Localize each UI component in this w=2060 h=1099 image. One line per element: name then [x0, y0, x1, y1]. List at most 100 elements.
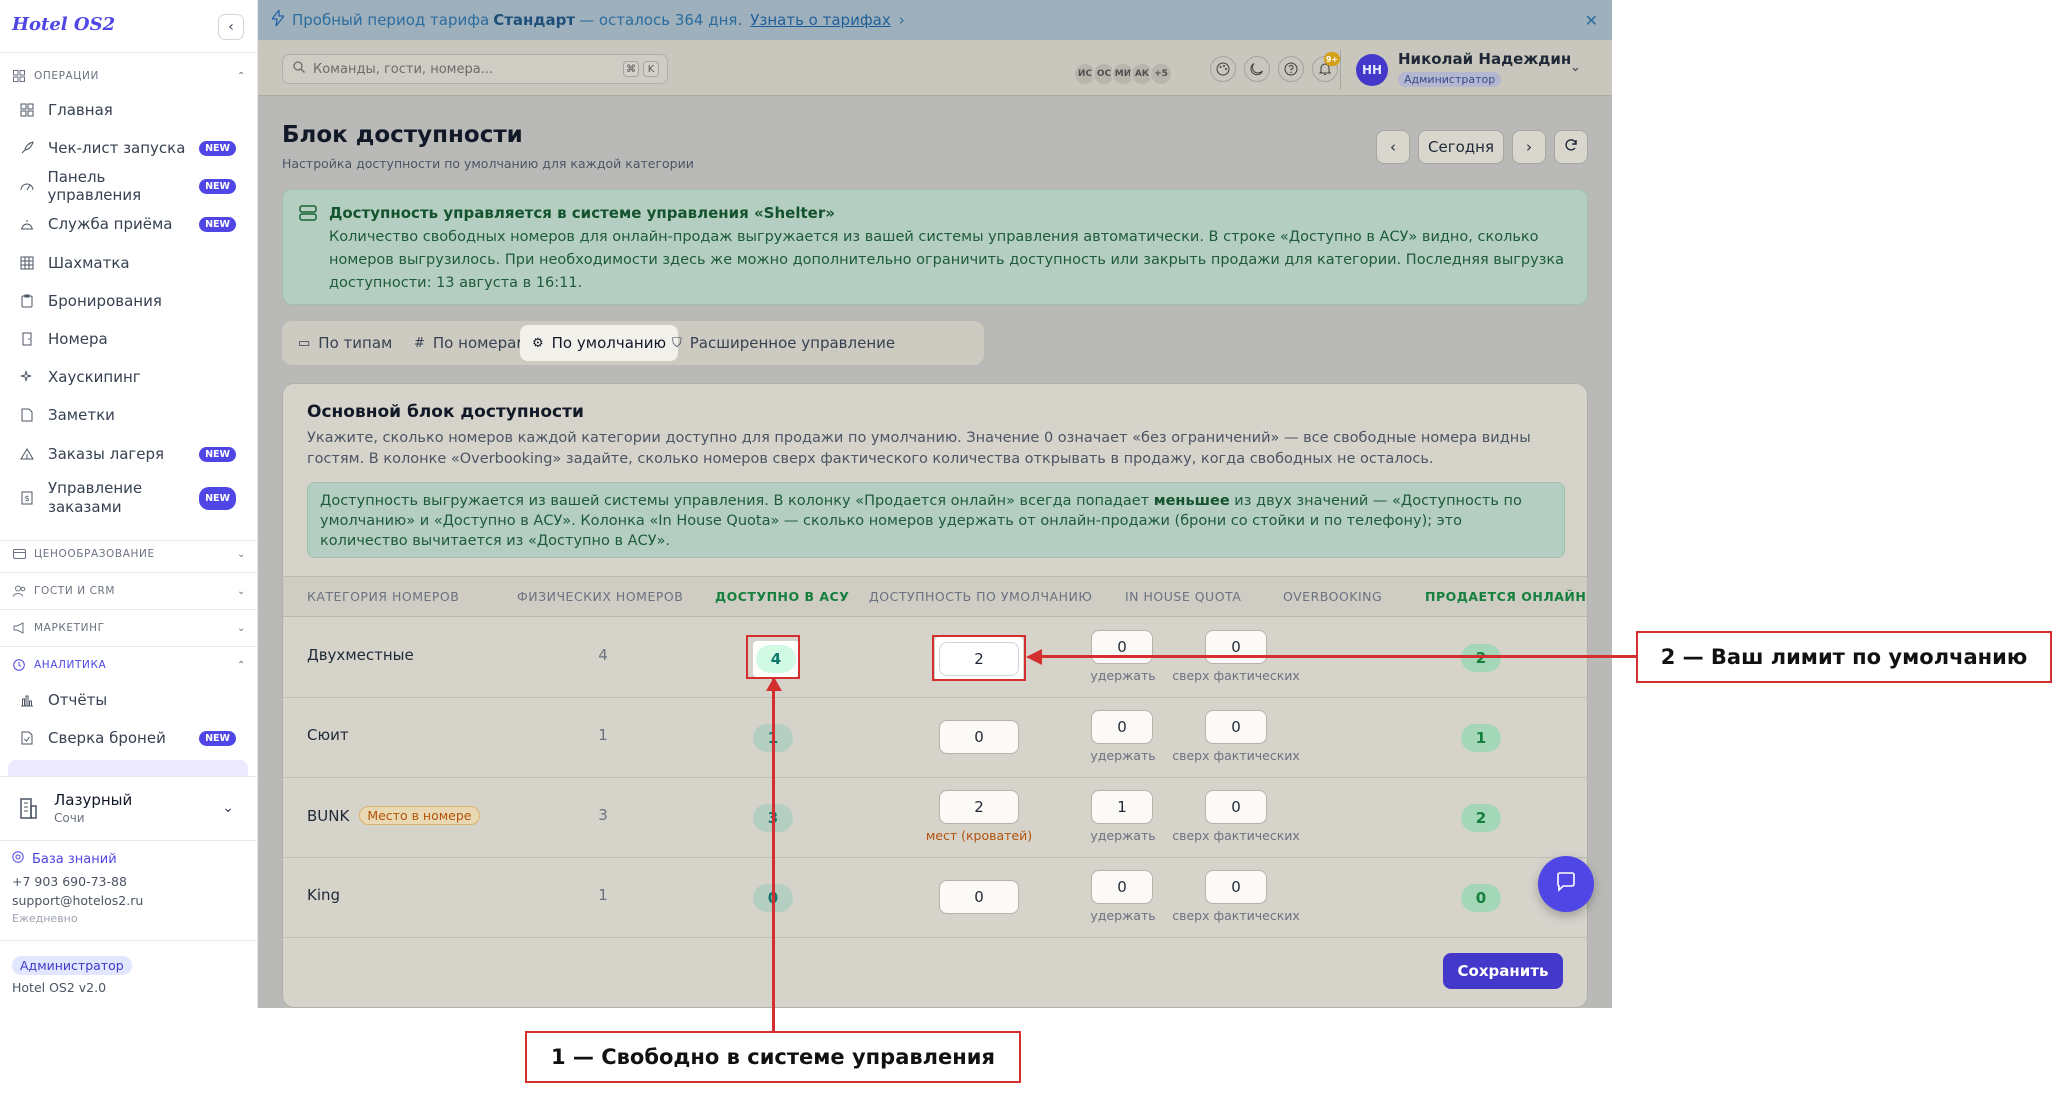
sidebar-item-4[interactable]: Шахматка — [12, 247, 248, 279]
tab-by-types[interactable]: ▭ По типам — [286, 325, 404, 361]
online-sale-count: 1 — [1461, 724, 1501, 752]
avatar-more[interactable]: +5 — [1149, 62, 1173, 86]
support-phone[interactable]: +7 903 690-73-88 — [12, 874, 127, 889]
support-schedule: Ежедневно — [12, 912, 78, 925]
prev-button[interactable]: ‹ — [1376, 130, 1410, 164]
sidebar-item-3[interactable]: Служба приёма NEW — [12, 208, 248, 240]
in-house-quota-input[interactable]: 1 — [1091, 790, 1153, 824]
close-icon[interactable]: ✕ — [1585, 11, 1598, 30]
in-house-quota-input[interactable]: 0 — [1091, 630, 1153, 664]
knowledge-base-link[interactable]: База знаний — [12, 851, 117, 867]
today-button[interactable]: Сегодня — [1418, 130, 1504, 164]
search-icon — [293, 61, 305, 77]
in-house-quota-input[interactable]: 0 — [1091, 870, 1153, 904]
trial-plan: Стандарт — [493, 11, 576, 29]
user-avatar[interactable]: НН — [1356, 54, 1388, 86]
chevron-left-icon: ‹ — [1390, 138, 1396, 156]
grid-icon — [18, 101, 36, 119]
shelter-info-banner: Доступность управляется в системе управл… — [282, 189, 1588, 305]
divider — [0, 540, 258, 541]
section-marketing[interactable]: МАРКЕТИНГ ⌄ — [12, 618, 246, 638]
sparkles-icon — [18, 368, 36, 386]
divider — [0, 776, 258, 777]
sidebar-item-2[interactable]: Панель управления NEW — [12, 168, 248, 204]
sidebar-item-5[interactable]: Бронирования — [12, 285, 248, 317]
overbooking-input[interactable]: 0 — [1205, 870, 1267, 904]
kbd-cmd: ⌘ — [623, 61, 639, 77]
search-placeholder: Команды, гости, номера... — [313, 61, 494, 77]
info-text: Количество свободных номеров для онлайн-… — [329, 229, 1565, 291]
section-pricing[interactable]: ЦЕНООБРАЗОВАНИЕ ⌄ — [12, 544, 246, 564]
hotel-switcher[interactable]: Лазурный Сочи ⌄ — [12, 780, 246, 836]
view-tabs: ▭ По типам # По номерам ⚙ По умолчанию ⛉ Рас… — [282, 321, 984, 365]
sidebar-item-label: Хаускипинг — [48, 368, 141, 386]
divider — [0, 609, 258, 610]
page-title: Блок доступности — [282, 122, 523, 148]
tab-advanced[interactable]: ⛉ Расширенное управление — [660, 325, 907, 361]
rocket-icon — [18, 139, 36, 157]
overbooking-hint: сверх фактических — [1172, 748, 1300, 763]
in-house-quota-input[interactable]: 0 — [1091, 710, 1153, 744]
topbar: Команды, гости, номера... ⌘ K — [258, 40, 1612, 96]
chevron-down-icon: ⌄ — [237, 585, 246, 597]
chevron-up-icon: ⌃ — [237, 659, 246, 671]
sidebar-item-a1[interactable]: Сверка броней NEW — [12, 722, 248, 754]
annotation-box-asu — [746, 635, 800, 679]
hotel-name: Лазурный — [54, 791, 133, 809]
chat-button[interactable] — [1538, 856, 1594, 912]
overbooking-input[interactable]: 0 — [1205, 630, 1267, 664]
user-name[interactable]: Николай Надеждин — [1398, 50, 1571, 68]
palette-icon[interactable] — [1210, 56, 1236, 82]
save-button[interactable]: Сохранить — [1443, 953, 1563, 989]
bolt-icon — [270, 8, 286, 30]
section-operations[interactable]: ОПЕРАЦИИ ⌃ — [12, 66, 246, 86]
refresh-button[interactable] — [1554, 130, 1588, 164]
chevron-down-icon: ⌄ — [222, 800, 234, 816]
table-row: King1000удержать0сверх фактических0 — [283, 858, 1587, 938]
sidebar-item-active-partial[interactable] — [8, 760, 248, 776]
chevron-down-icon[interactable]: ⌄ — [1570, 60, 1581, 75]
default-availability-input[interactable]: 2 — [939, 790, 1019, 824]
section-label: ГОСТИ И CRM — [34, 585, 116, 597]
default-availability-input[interactable]: 0 — [939, 880, 1019, 914]
chat-icon — [1555, 871, 1577, 897]
command-search-input[interactable]: Команды, гости, номера... ⌘ K — [282, 54, 668, 84]
category-name: Двухместные — [307, 646, 414, 664]
user-role-badge: Администратор — [1398, 72, 1502, 87]
col-physical: ФИЗИЧЕСКИХ НОМЕРОВ — [517, 589, 684, 604]
shield-icon: ⛉ — [672, 335, 682, 351]
sidebar-item-10[interactable]: $ Управление заказами NEW — [12, 476, 248, 520]
section-label: ОПЕРАЦИИ — [34, 70, 99, 82]
sidebar-item-9[interactable]: Заказы лагеря NEW — [12, 438, 248, 470]
default-availability-input[interactable]: 0 — [939, 720, 1019, 754]
annotation-arrow-2-line — [1040, 655, 1636, 658]
overbooking-input[interactable]: 0 — [1205, 710, 1267, 744]
pricing-link[interactable]: Узнать о тарифах — [750, 11, 891, 29]
gear-icon: ⚙ — [532, 335, 544, 351]
support-email[interactable]: support@hotelos2.ru — [12, 893, 143, 908]
section-guests-crm[interactable]: ГОСТИ И CRM ⌄ — [12, 581, 246, 601]
physical-count: 1 — [598, 886, 608, 904]
new-badge: NEW — [199, 486, 236, 510]
sidebar-item-1[interactable]: Чек-лист запуска NEW — [12, 132, 248, 164]
sidebar-item-7[interactable]: Хаускипинг — [12, 361, 248, 393]
sidebar-item-label: Служба приёма — [48, 215, 173, 233]
next-button[interactable]: › — [1512, 130, 1546, 164]
brand-logo[interactable]: Hotel OS2 — [12, 14, 115, 35]
sidebar-item-8[interactable]: Заметки — [12, 399, 248, 431]
help-icon[interactable] — [1278, 56, 1304, 82]
kbd-k: K — [643, 61, 659, 77]
online-users[interactable]: ИС ОС МИ АК +5 — [1073, 62, 1173, 86]
tab-label: По умолчанию — [551, 334, 667, 352]
section-analytics[interactable]: АНАЛИТИКА ⌃ — [12, 655, 246, 675]
moon-icon[interactable] — [1244, 56, 1270, 82]
sidebar-item-a0[interactable]: Отчёты — [12, 684, 248, 716]
hash-icon: # — [414, 335, 425, 351]
sidebar-item-6[interactable]: Номера — [12, 323, 248, 355]
row-category: BUNK Место в номере — [307, 806, 480, 825]
tab-default[interactable]: ⚙ По умолчанию — [520, 325, 679, 361]
overbooking-input[interactable]: 0 — [1205, 790, 1267, 824]
sidebar-item-0[interactable]: Главная — [12, 94, 248, 126]
online-sale-count: 2 — [1461, 804, 1501, 832]
collapse-sidebar-button[interactable]: ‹ — [218, 14, 244, 40]
